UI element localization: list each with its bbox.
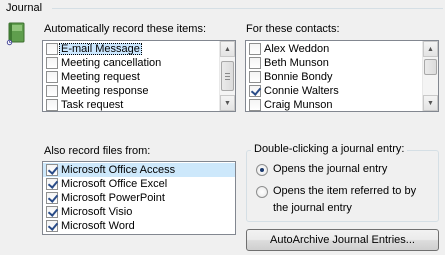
checkbox[interactable] — [46, 85, 58, 97]
radio-button[interactable] — [256, 164, 268, 176]
list-item[interactable]: Meeting request — [43, 70, 218, 84]
checkbox[interactable] — [46, 206, 58, 218]
checkbox[interactable] — [46, 99, 58, 111]
list-item[interactable]: Microsoft PowerPoint — [43, 191, 235, 205]
checkbox[interactable] — [249, 71, 261, 83]
checkbox[interactable] — [46, 192, 58, 204]
auto-record-label: Automatically record these items: — [44, 23, 207, 35]
scrollbar-thumb[interactable] — [424, 59, 437, 75]
checkbox[interactable] — [249, 43, 261, 55]
checkbox[interactable] — [46, 164, 58, 176]
auto-record-scrollbar[interactable]: ▲ ▼ — [219, 41, 235, 111]
checkbox[interactable] — [46, 220, 58, 232]
list-item[interactable]: E-mail Message — [43, 42, 218, 56]
checkbox[interactable] — [46, 57, 58, 69]
checkbox[interactable] — [249, 85, 261, 97]
radio-button[interactable] — [256, 186, 268, 198]
record-files-listbox[interactable]: Microsoft Office Access Microsoft Office… — [42, 161, 236, 235]
list-item[interactable]: Microsoft Word — [43, 219, 235, 233]
list-item[interactable]: Connie Walters — [246, 84, 421, 98]
list-item[interactable]: Alex Weddon — [246, 42, 421, 56]
list-item[interactable]: Microsoft Visio — [43, 205, 235, 219]
scroll-up-icon[interactable]: ▲ — [220, 41, 235, 57]
contacts-label: For these contacts: — [246, 23, 340, 35]
auto-record-listbox[interactable]: E-mail Message Meeting cancellation Meet… — [42, 40, 236, 112]
contacts-scrollbar[interactable]: ▲ ▼ — [422, 41, 438, 111]
scroll-up-icon[interactable]: ▲ — [423, 41, 438, 57]
checkbox[interactable] — [46, 43, 58, 55]
double-click-legend: Double-clicking a journal entry: — [251, 143, 408, 155]
section-title: Journal — [6, 2, 43, 14]
checkbox[interactable] — [249, 57, 261, 69]
list-item[interactable]: Microsoft Office Excel — [43, 177, 235, 191]
contacts-listbox[interactable]: Alex Weddon Beth Munson Bonnie Bondy Con… — [245, 40, 439, 112]
list-item[interactable]: Meeting response — [43, 84, 218, 98]
checkbox[interactable] — [46, 71, 58, 83]
checkbox[interactable] — [249, 99, 261, 111]
journal-book-icon — [6, 22, 26, 46]
record-files-label: Also record files from: — [44, 145, 151, 157]
scrollbar-thumb[interactable] — [221, 61, 234, 91]
list-item[interactable]: Craig Munson — [246, 98, 421, 111]
autoarchive-journal-button[interactable]: AutoArchive Journal Entries... — [246, 229, 439, 251]
list-item[interactable]: Meeting cancellation — [43, 56, 218, 70]
checkbox[interactable] — [46, 178, 58, 190]
scroll-down-icon[interactable]: ▼ — [220, 95, 235, 111]
list-item[interactable]: Bonnie Bondy — [246, 70, 421, 84]
list-item[interactable]: Microsoft Office Access — [43, 163, 235, 177]
section-divider — [52, 8, 443, 9]
list-item[interactable]: Task request — [43, 98, 218, 111]
list-item[interactable]: Beth Munson — [246, 56, 421, 70]
journal-options-panel: Journal Automatically record these items… — [0, 0, 445, 255]
scroll-down-icon[interactable]: ▼ — [423, 95, 438, 111]
